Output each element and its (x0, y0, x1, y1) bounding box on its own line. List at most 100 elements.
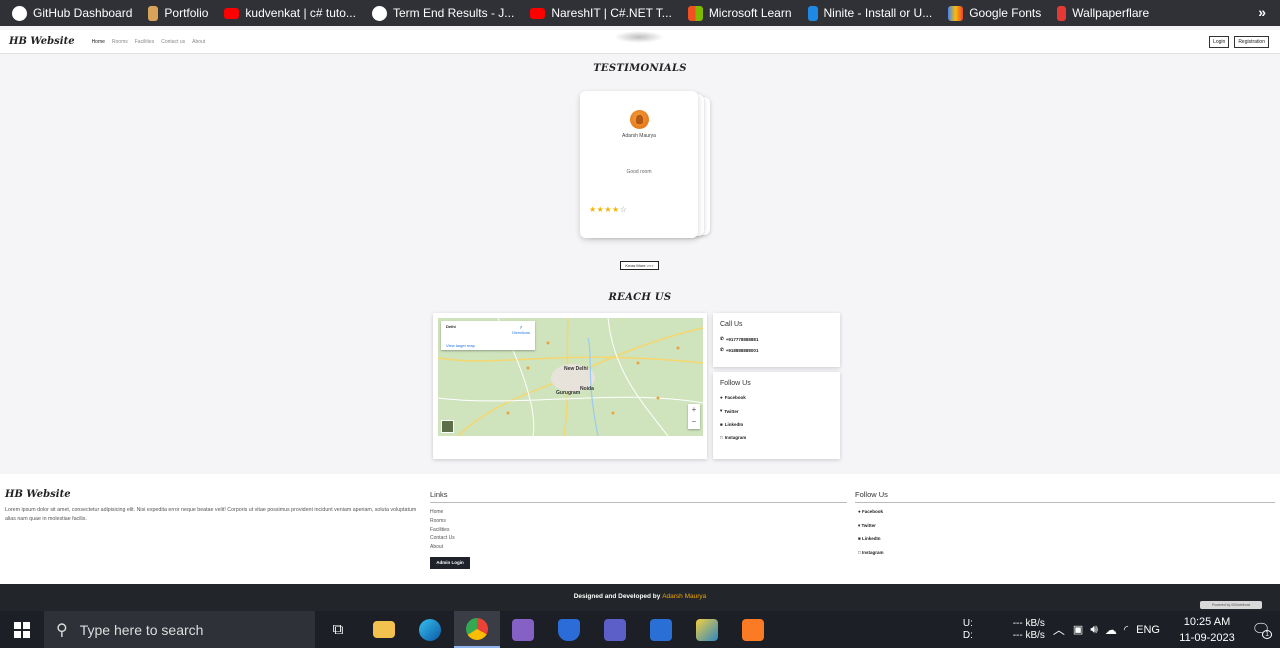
file-explorer-button[interactable] (361, 611, 407, 648)
footer-link-rooms[interactable]: Rooms (430, 517, 455, 526)
instagram-icon: □ (720, 435, 723, 440)
shield-icon (558, 618, 580, 641)
footer-link-contact[interactable]: Contact Us (430, 534, 455, 543)
youtube-icon (530, 7, 546, 19)
meet-now-icon[interactable]: ▣ (1073, 623, 1083, 636)
footer-social-twitter[interactable]: ▾ Twitter (858, 519, 883, 533)
bookmark-term-results[interactable]: Term End Results - J... (371, 5, 515, 21)
teams-button[interactable] (592, 611, 638, 648)
satellite-toggle[interactable] (441, 420, 454, 433)
social-link-instagram[interactable]: □ Instagram (720, 435, 833, 440)
avatar (630, 110, 649, 129)
footer-links-title: Links (430, 490, 847, 503)
folder-icon (373, 621, 395, 638)
taskbar-search[interactable]: ⚲ Type here to search (44, 611, 315, 648)
wallpaperflare-icon (1057, 5, 1067, 21)
chevron-up-icon[interactable]: ︿ (1053, 621, 1065, 638)
powered-by-badge[interactable]: Powered by 000webhost (1200, 601, 1262, 609)
footer-follow-title: Follow Us (855, 490, 1275, 503)
clock-time: 10:25 AM (1183, 615, 1231, 628)
phone-number: +918888888001 (725, 347, 759, 353)
bookmark-nareshit[interactable]: NareshIT | C#.NET T... (530, 6, 672, 20)
bookmark-github[interactable]: GitHub Dashboard (12, 5, 132, 21)
bookmark-kudvenkat[interactable]: kudvenkat | c# tuto... (224, 6, 356, 20)
map-city-label: New Delhi (564, 366, 588, 372)
language-indicator[interactable]: ENG (1136, 624, 1160, 636)
bookmark-microsoft-learn[interactable]: Microsoft Learn (687, 5, 792, 21)
chrome-button[interactable] (454, 611, 500, 648)
footer-link-home[interactable]: Home (430, 508, 455, 517)
site-brand[interactable]: HB Website (9, 36, 75, 47)
footer-social-instagram[interactable]: □ Instagram (858, 546, 883, 560)
start-button[interactable] (0, 611, 44, 648)
bookmark-portfolio[interactable]: Portfolio (148, 5, 208, 21)
wifi-icon[interactable]: ◜ (1124, 623, 1128, 636)
globe-icon (371, 5, 387, 21)
social-link-twitter[interactable]: ▾ Twitter (720, 408, 833, 414)
register-button[interactable]: Registration (1234, 36, 1269, 48)
edge-button[interactable] (407, 611, 453, 648)
nav-links: Home Rooms Facilities Contact us About (92, 39, 206, 45)
login-button[interactable]: Login (1209, 36, 1230, 48)
nav-link-rooms[interactable]: Rooms (112, 39, 128, 45)
bookmark-label: Wallpaperflare (1072, 6, 1150, 20)
directions-link[interactable]: ↱ Directions (512, 325, 530, 335)
footer-social-linkedin[interactable]: ■ LinkedIn (858, 532, 883, 546)
auth-buttons: Login Registration (1209, 36, 1269, 48)
bookmark-google-fonts[interactable]: Google Fonts (948, 5, 1041, 21)
site-footer: HB Website Lorem ipsum dolor sit amet, c… (0, 474, 1280, 584)
developer-name: Adarsh Maurya (662, 593, 707, 600)
xampp-button[interactable] (730, 611, 776, 648)
nav-link-about[interactable]: About (192, 39, 205, 45)
social-link-facebook[interactable]: ● Facebook (720, 395, 833, 400)
testimonial-name: Adarsh Maurya (622, 133, 656, 139)
person-icon (148, 5, 159, 21)
phone-line[interactable]: ✆ +917778888881 (720, 336, 833, 342)
notification-button[interactable]: 🗨︎ 1 (1242, 620, 1280, 639)
phone-icon: ✆ (720, 347, 724, 352)
nav-link-home[interactable]: Home (92, 39, 105, 45)
onedrive-icon[interactable]: ☁ (1105, 623, 1117, 637)
bookmark-wallpaperflare[interactable]: Wallpaperflare (1057, 5, 1150, 21)
reach-us-title: REACH US (608, 292, 672, 303)
visual-studio-button[interactable] (500, 611, 546, 648)
zoom-out-button[interactable]: − (688, 416, 700, 428)
clock[interactable]: 10:25 AM 11-09-2023 (1172, 614, 1242, 646)
task-view-button[interactable]: ⧉ (315, 611, 361, 648)
net-down-label: D: (962, 629, 973, 641)
follow-us-title: Follow Us (720, 380, 751, 387)
footer-link-about[interactable]: About (430, 543, 455, 552)
security-button[interactable] (546, 611, 592, 648)
volume-icon[interactable]: 🔊︎ (1090, 622, 1098, 637)
phone-number: +917778888881 (725, 336, 759, 342)
map-card: New Delhi Gurugram Noida Delhi View larg… (433, 313, 707, 459)
clock-date: 11-09-2023 (1179, 631, 1235, 644)
facebook-icon: ● (720, 395, 723, 400)
nav-link-contact[interactable]: Contact us (161, 39, 185, 45)
social-link-linkedin[interactable]: ■ LinkedIn (720, 422, 833, 427)
phone-line[interactable]: ✆ +918888888001 (720, 347, 833, 353)
view-larger-map-link[interactable]: View larger map (446, 343, 475, 348)
nav-link-facilities[interactable]: Facilities (135, 39, 154, 45)
call-us-title: Call Us (720, 321, 743, 328)
bookmark-label: NareshIT | C#.NET T... (551, 6, 672, 20)
zoom-in-button[interactable]: + (688, 404, 700, 416)
more-bookmarks-button[interactable]: » (1258, 4, 1266, 20)
windows-taskbar: ⚲ Type here to search ⧉ U: D: --- kB/s -… (0, 611, 1280, 648)
task-view-icon: ⧉ (332, 621, 344, 638)
admin-login-button[interactable]: Admin Login (430, 557, 470, 569)
footer-link-facilities[interactable]: Facilities (430, 526, 455, 535)
google-map[interactable]: New Delhi Gurugram Noida Delhi View larg… (438, 318, 703, 436)
remote-desktop-button[interactable] (638, 611, 684, 648)
bookmark-label: Microsoft Learn (708, 6, 792, 20)
footer-links: Home Rooms Facilities Contact Us About (430, 508, 455, 552)
net-up-label: U: (962, 617, 973, 629)
bookmark-label: Term End Results - J... (392, 6, 515, 20)
sql-tool-button[interactable] (684, 611, 730, 648)
bookmark-ninite[interactable]: Ninite - Install or U... (807, 5, 932, 21)
github-icon (12, 5, 27, 21)
visual-studio-icon (512, 618, 534, 641)
windows-icon (14, 621, 30, 638)
footer-social-facebook[interactable]: ● Facebook (858, 505, 883, 519)
know-more-button[interactable]: Know More >>> (620, 261, 659, 270)
